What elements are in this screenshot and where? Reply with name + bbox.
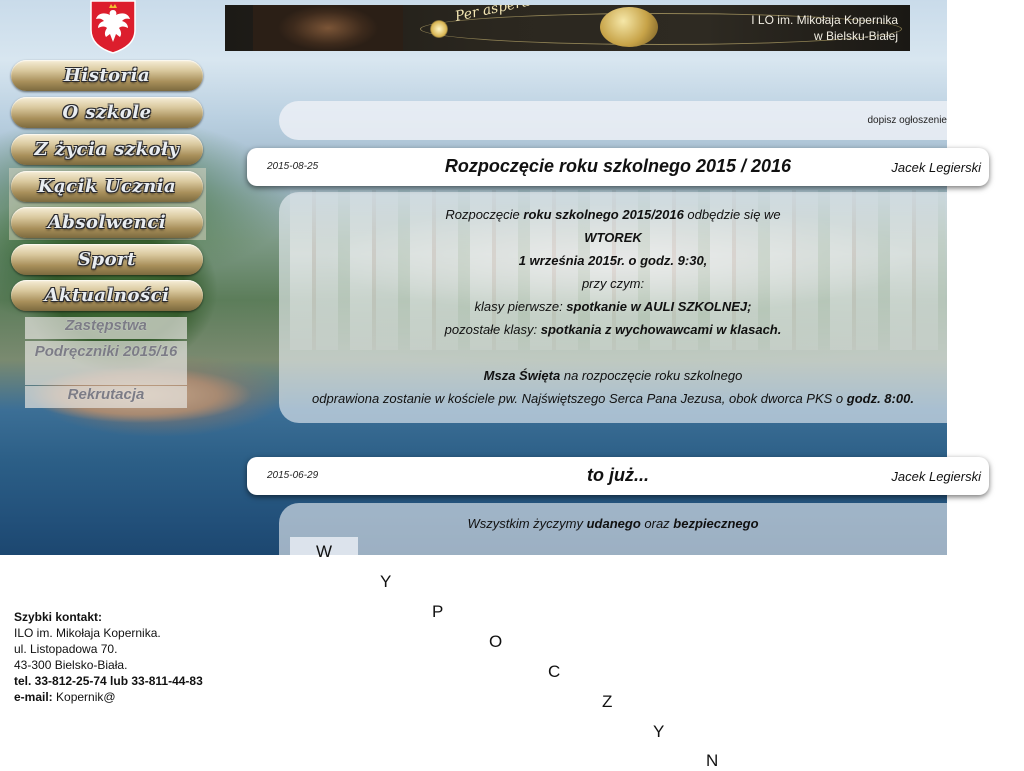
copernicus-portrait: [253, 5, 403, 51]
post-text-line: Msza Święta na rozpoczęcie roku szkolneg…: [483, 368, 743, 383]
wave-letter: O: [489, 632, 503, 651]
post-text-line: klasy pierwsze: spotkanie w AULI SZKOLNE…: [474, 299, 752, 314]
post-text-line: WTOREK: [584, 230, 642, 245]
submenu-item-zastepstwa[interactable]: Zastępstwa: [25, 317, 187, 339]
submenu-item-podreczniki[interactable]: Podręczniki 2015/16: [25, 341, 187, 385]
banner-school-name: I LO im. Mikołaja Kopernika w Bielsku-Bi…: [751, 12, 898, 44]
post-text-line: [279, 341, 947, 364]
polish-eagle-emblem-icon: [90, 0, 136, 54]
menu-item-kacik-ucznia[interactable]: Kącik Ucznia: [11, 171, 203, 202]
post-text-line: pozostałe klasy: spotkania z wychowawcam…: [444, 322, 782, 337]
menu-item-label: Historia: [63, 65, 151, 86]
submenu-item-label: Zastępstwa: [65, 317, 147, 334]
contact-name: ILO im. Mikołaja Kopernika.: [14, 626, 161, 640]
menu-item-aktualnosci[interactable]: Aktualności: [11, 280, 203, 311]
wave-letter: N: [706, 751, 719, 770]
menu-item-historia[interactable]: Historia: [11, 60, 203, 91]
school-banner: Per aspera ad Astra I LO im. Mikołaja Ko…: [225, 5, 910, 51]
submenu-item-rekrutacja[interactable]: Rekrutacja: [25, 386, 187, 408]
wave-letter: Y: [653, 722, 665, 741]
banner-school-line1: I LO im. Mikołaja Kopernika: [751, 13, 898, 27]
menu-item-label: Aktualności: [44, 285, 170, 306]
contact-city: 43-300 Bielsko-Biała.: [14, 658, 128, 672]
submenu-item-label: Podręczniki 2015/16: [34, 343, 178, 360]
post-header: 2015-08-25 Rozpoczęcie roku szkolnego 20…: [247, 148, 989, 186]
post-author: Jacek Legierski: [891, 160, 981, 175]
post-body: Rozpoczęcie roku szkolnego 2015/2016 odb…: [279, 192, 947, 423]
menu-item-label: Kącik Ucznia: [37, 176, 177, 197]
menu-item-z-zycia-szkoly[interactable]: Z życia szkoły: [11, 134, 203, 165]
add-notice-link[interactable]: dopisz ogłoszenie: [868, 115, 948, 126]
post-author: Jacek Legierski: [891, 469, 981, 484]
menu-item-label: Absolwenci: [47, 212, 167, 233]
menu-item-label: Z życia szkoły: [34, 139, 180, 160]
contact-street: ul. Listopadowa 70.: [14, 642, 118, 656]
contact-email-label: e-mail:: [14, 690, 53, 704]
contact-email[interactable]: Kopernik@: [53, 690, 116, 704]
post-title[interactable]: to już...: [247, 465, 989, 486]
post-header: 2015-06-29 to już... Jacek Legierski: [247, 457, 989, 495]
wave-letter: P: [432, 602, 444, 621]
contact-phone: tel. 33-812-25-74 lub 33-811-44-83: [14, 674, 203, 688]
wave-letter: W: [316, 542, 333, 561]
post-text-line: 1 września 2015r. o godz. 9:30,: [518, 253, 708, 268]
notice-bar: dopisz ogłoszenie: [279, 101, 947, 140]
menu-item-sport[interactable]: Sport: [11, 244, 203, 275]
wave-letter: Y: [380, 572, 392, 591]
menu-item-label: Sport: [78, 249, 136, 270]
wave-letter: C: [548, 662, 561, 681]
planet-icon: [600, 7, 658, 47]
star-icon: [430, 20, 448, 38]
contact-heading: Szybki kontakt:: [14, 610, 103, 624]
post-text-line: przy czym:: [581, 276, 645, 291]
quick-contact: Szybki kontakt: ILO im. Mikołaja Koperni…: [14, 609, 203, 705]
menu-item-absolwenci[interactable]: Absolwenci: [11, 207, 203, 238]
menu-item-o-szkole[interactable]: O szkole: [11, 97, 203, 128]
submenu-item-label: Rekrutacja: [67, 386, 145, 403]
post-title[interactable]: Rozpoczęcie roku szkolnego 2015 / 2016: [247, 156, 989, 177]
post-body: Wszystkim życzymy udanego oraz bezpieczn…: [279, 503, 947, 555]
post-text-line: odprawiona zostanie w kościele pw. Najśw…: [312, 391, 914, 406]
post-text-line: Rozpoczęcie roku szkolnego 2015/2016 odb…: [445, 207, 781, 222]
wave-letter: Z: [602, 692, 613, 711]
menu-item-label: O szkole: [62, 102, 152, 123]
post-text-line: Wszystkim życzymy udanego oraz bezpieczn…: [467, 516, 759, 531]
banner-school-line2: w Bielsku-Białej: [813, 29, 898, 43]
